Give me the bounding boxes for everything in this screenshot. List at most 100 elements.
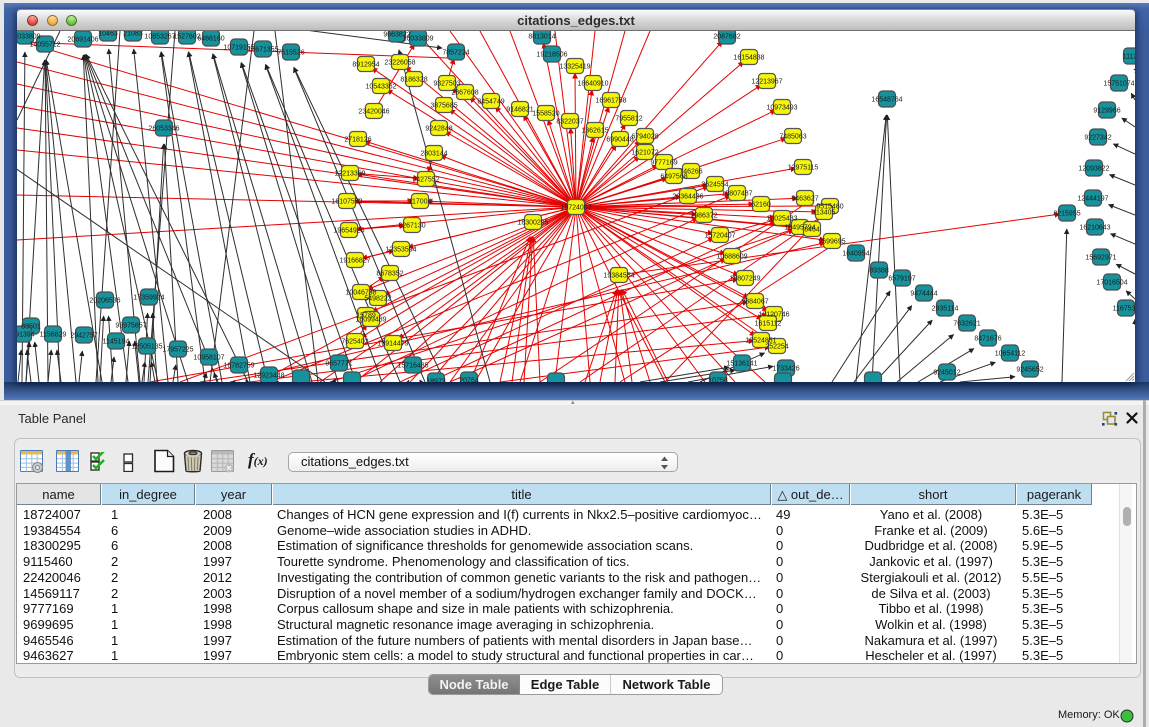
- svg-text:8322037: 8322037: [556, 119, 583, 126]
- svg-text:6579197: 6579197: [888, 276, 915, 283]
- svg-text:3875685: 3875685: [430, 103, 457, 110]
- svg-text:19654925: 19654925: [333, 228, 364, 235]
- svg-text:9245012: 9245012: [933, 370, 960, 377]
- svg-text:16099489: 16099489: [355, 317, 386, 324]
- svg-text:7986372: 7986372: [690, 213, 717, 220]
- svg-text:18300295: 18300295: [517, 220, 548, 227]
- svg-text:16154838: 16154838: [733, 55, 764, 62]
- svg-text:9884067: 9884067: [741, 299, 768, 306]
- svg-text:18120746: 18120746: [758, 312, 789, 319]
- svg-text:9699695: 9699695: [818, 239, 845, 246]
- svg-text:1362615: 1362615: [581, 128, 608, 135]
- svg-text:16782759: 16782759: [223, 363, 254, 370]
- svg-text:17957225: 17957225: [162, 347, 193, 354]
- svg-text:7857224: 7857224: [442, 50, 469, 57]
- svg-text:12975115: 12975115: [788, 165, 819, 172]
- svg-text:7625402: 7625402: [341, 339, 368, 346]
- svg-text:15136141: 15136141: [726, 361, 757, 368]
- svg-text:2803144: 2803144: [420, 151, 447, 158]
- svg-text:10654112: 10654112: [995, 351, 1026, 358]
- svg-text:12213967: 12213967: [751, 79, 782, 86]
- svg-text:9463627: 9463627: [791, 196, 818, 203]
- svg-text:1558520: 1558520: [532, 111, 559, 118]
- svg-text:9474444: 9474444: [910, 291, 937, 298]
- svg-text:26053346: 26053346: [148, 126, 179, 133]
- svg-text:1156829: 1156829: [40, 332, 67, 339]
- svg-text:8215955: 8215955: [1053, 211, 1080, 218]
- svg-text:12353594: 12353594: [385, 247, 416, 254]
- svg-text:9427552: 9427552: [412, 177, 439, 184]
- svg-text:10688609: 10688609: [716, 254, 747, 261]
- svg-text:16671355: 16671355: [247, 47, 278, 54]
- svg-text:16033809: 16033809: [402, 36, 433, 43]
- svg-text:10958107: 10958107: [193, 355, 224, 362]
- svg-text:16033809: 16033809: [17, 34, 41, 41]
- svg-text:93975857: 93975857: [115, 323, 146, 330]
- svg-text:2087682: 2087682: [713, 34, 740, 41]
- svg-text:16961758: 16961758: [595, 98, 626, 105]
- svg-text:16107553: 16107553: [331, 199, 362, 206]
- svg-text:391394: 391394: [17, 332, 35, 339]
- svg-text:8813014: 8813014: [528, 34, 555, 41]
- svg-text:12505135: 12505135: [131, 344, 162, 351]
- svg-text:15720407: 15720407: [704, 233, 735, 240]
- svg-text:16914479: 16914479: [377, 341, 408, 348]
- svg-text:2942757: 2942757: [70, 333, 97, 340]
- svg-text:16210643: 16210643: [1079, 225, 1110, 232]
- svg-text:2718126: 2718126: [344, 137, 371, 144]
- svg-text:20764: 20764: [459, 378, 479, 383]
- svg-text:18973: 18973: [426, 379, 446, 383]
- svg-text:83501: 83501: [21, 324, 41, 331]
- svg-text:16548764: 16548764: [871, 97, 902, 104]
- svg-text:10543362: 10543362: [365, 84, 396, 91]
- svg-text:19384554: 19384554: [603, 273, 634, 280]
- svg-text:6466160: 6466160: [197, 36, 224, 43]
- svg-text:21083: 21083: [123, 31, 143, 38]
- svg-text:8267130: 8267130: [398, 223, 425, 230]
- svg-text:20691406: 20691406: [67, 37, 98, 44]
- svg-text:23226058: 23226058: [384, 60, 415, 67]
- svg-text:15716485: 15716485: [397, 363, 428, 370]
- svg-text:12923448: 12923448: [253, 373, 284, 380]
- svg-text:3624554: 3624554: [701, 182, 728, 189]
- svg-text:7515526: 7515526: [277, 50, 304, 57]
- svg-text:8471676: 8471676: [974, 336, 1001, 343]
- svg-text:1167533: 1167533: [1113, 306, 1135, 313]
- svg-text:20206536: 20206536: [89, 298, 120, 305]
- svg-text:6990448: 6990448: [606, 137, 633, 144]
- svg-text:252254: 252254: [765, 344, 788, 351]
- svg-text:62160: 62160: [751, 202, 771, 209]
- svg-text:19218506: 19218506: [536, 52, 567, 59]
- svg-text:1640954: 1640954: [842, 251, 869, 258]
- svg-text:113405: 113405: [813, 210, 836, 217]
- svg-text:17359924: 17359924: [133, 295, 164, 302]
- svg-text:9146821: 9146821: [506, 107, 533, 114]
- svg-text:8454749: 8454749: [477, 99, 504, 106]
- svg-text:1615112: 1615112: [755, 321, 782, 328]
- svg-text:10807487: 10807487: [721, 191, 752, 198]
- svg-text:15751074: 15751074: [1103, 81, 1134, 88]
- svg-text:9777169: 9777169: [650, 160, 677, 167]
- svg-text:1733426: 1733426: [772, 366, 799, 373]
- svg-text:10853267: 10853267: [144, 34, 175, 41]
- svg-text:9242848: 9242848: [425, 126, 452, 133]
- svg-text:6794028: 6794028: [631, 134, 658, 141]
- svg-text:11124: 11124: [1123, 54, 1135, 61]
- svg-text:15692971: 15692971: [1085, 255, 1116, 262]
- svg-text:8186328: 8186328: [400, 77, 427, 84]
- svg-text:8464: 8464: [804, 227, 820, 234]
- svg-text:20364436: 20364436: [672, 194, 703, 201]
- svg-text:746266: 746266: [679, 169, 702, 176]
- svg-text:17016504: 17016504: [1096, 280, 1127, 287]
- svg-text:1145194: 1145194: [103, 339, 130, 346]
- svg-text:12444197: 12444197: [1077, 196, 1108, 203]
- svg-text:9227342: 9227342: [1084, 135, 1111, 142]
- svg-text:1621072: 1621072: [631, 150, 658, 157]
- svg-text:18640910: 18640910: [577, 81, 608, 88]
- svg-text:117004: 117004: [409, 199, 432, 206]
- svg-text:7485063: 7485063: [779, 134, 806, 141]
- svg-text:7955812: 7955812: [615, 116, 642, 123]
- svg-text:89388: 89388: [869, 268, 889, 275]
- svg-text:10463: 10463: [98, 31, 118, 38]
- svg-text:14055712: 14055712: [29, 42, 60, 49]
